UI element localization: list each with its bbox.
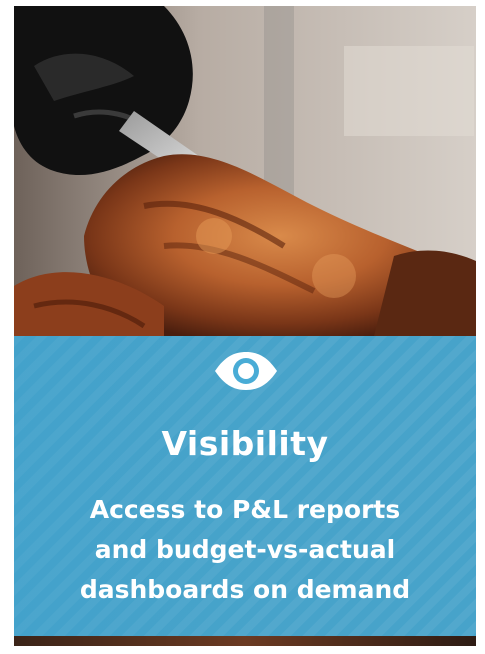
card-description: Access to P&L reports and budget-vs-actu…: [34, 490, 456, 610]
photo-bottom-strip: [14, 636, 476, 646]
feature-card: Visibility Access to P&L reports and bud…: [14, 6, 476, 646]
description-line: dashboards on demand: [79, 575, 411, 604]
card-title: Visibility: [161, 424, 329, 463]
eye-icon: [215, 352, 277, 390]
grilled-meat-photo: [14, 6, 476, 336]
description-line: and budget-vs-actual: [94, 535, 396, 564]
info-panel: Visibility Access to P&L reports and bud…: [14, 336, 476, 636]
description-line: Access to P&L reports: [89, 495, 401, 524]
